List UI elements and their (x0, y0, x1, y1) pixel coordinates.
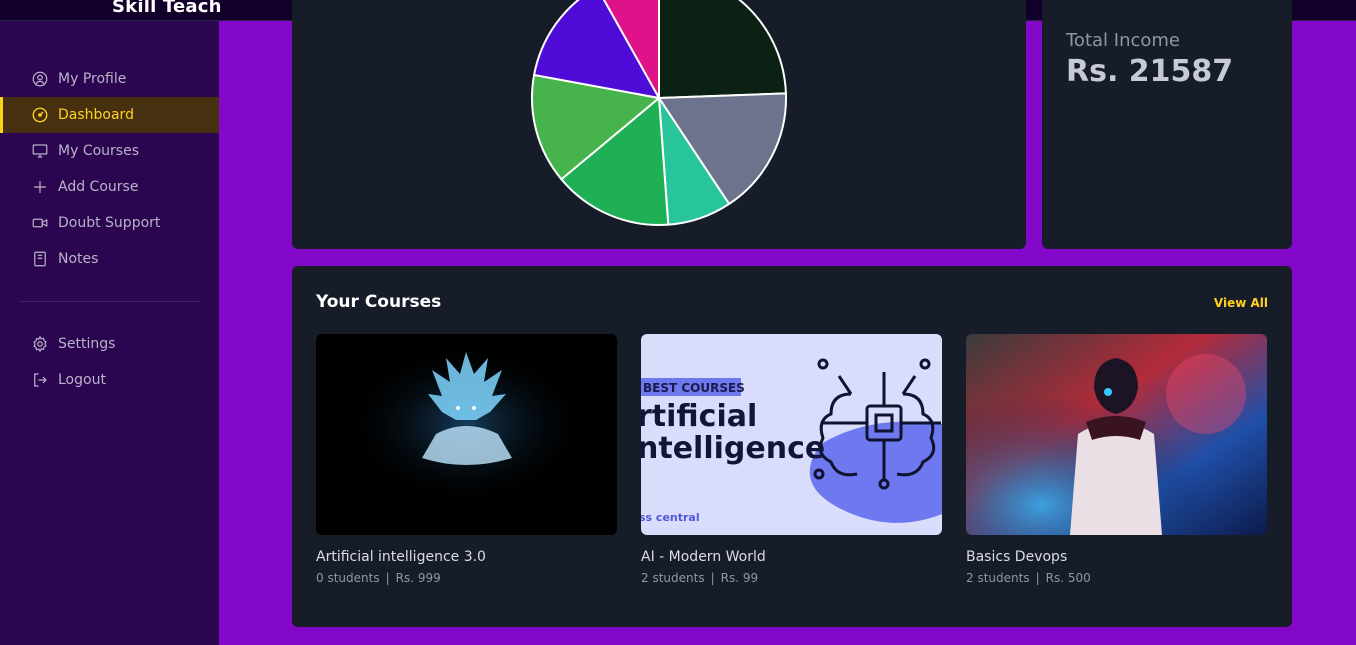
sidebar-bottom-nav: Settings Logout (0, 326, 219, 398)
sidebar-item-settings[interactable]: Settings (0, 326, 219, 362)
sidebar-item-label: Notes (58, 251, 99, 267)
thumb-line1-text: rtificial (641, 399, 757, 434)
course-meta: 2 students | Rs. 500 (966, 571, 1267, 585)
view-all-link[interactable]: View All (1214, 296, 1268, 310)
course-card-artificial-intelligence[interactable]: Artificial intelligence 3.0 0 students | R… (316, 334, 617, 585)
course-title[interactable]: Basics Devops (966, 549, 1267, 565)
user-circle-icon (31, 70, 49, 88)
sidebar-nav: My Profile Dashboard My Courses Add Cour… (0, 61, 219, 277)
meta-separator: | (710, 571, 715, 585)
total-income-value: Rs. 21587 (1066, 54, 1234, 89)
plus-icon (31, 178, 49, 196)
course-students: 2 students (641, 571, 705, 585)
course-meta: 2 students | Rs. 99 (641, 571, 942, 585)
sidebar-item-label: Add Course (58, 179, 139, 195)
course-card-basics-devops[interactable]: Basics Devops 2 students | Rs. 500 (966, 334, 1267, 585)
pie-slice-1[interactable] (658, 0, 787, 100)
your-courses-title: Your Courses (316, 292, 442, 312)
sidebar-item-logout[interactable]: Logout (0, 362, 219, 398)
course-thumbnail[interactable] (966, 334, 1267, 535)
gear-icon (31, 335, 49, 353)
sidebar-item-my-courses[interactable]: My Courses (0, 133, 219, 169)
course-price: Rs. 500 (1045, 571, 1091, 585)
course-price: Rs. 999 (395, 571, 441, 585)
total-income-card: Total Income Rs. 21587 (1042, 0, 1292, 249)
sidebar-item-label: My Courses (58, 143, 139, 159)
your-courses-card: Your Courses View All Artificial intelli… (292, 266, 1292, 627)
thumb-badge-text: BEST COURSES (643, 381, 745, 395)
brand-logo[interactable]: Skill Teach (112, 0, 222, 17)
income-pie-chart (531, 0, 787, 226)
sidebar: My Profile Dashboard My Courses Add Cour… (0, 21, 219, 645)
total-income-label: Total Income (1066, 30, 1180, 51)
gauge-icon (31, 106, 49, 124)
sidebar-item-label: Logout (58, 372, 106, 388)
monitor-icon (31, 142, 49, 160)
course-students: 0 students (316, 571, 380, 585)
sidebar-item-label: My Profile (58, 71, 127, 87)
sidebar-item-label: Settings (58, 336, 116, 352)
meta-separator: | (385, 571, 390, 585)
meta-separator: | (1035, 571, 1040, 585)
course-card-ai-modern-world[interactable]: BEST COURSES rtificial ntelligence ss ce… (641, 334, 942, 585)
sidebar-item-notes[interactable]: Notes (0, 241, 219, 277)
sidebar-item-doubt-support[interactable]: Doubt Support (0, 205, 219, 241)
sidebar-item-label: Doubt Support (58, 215, 161, 231)
video-icon (31, 214, 49, 232)
course-thumbnail[interactable]: BEST COURSES rtificial ntelligence ss ce… (641, 334, 942, 535)
course-title[interactable]: Artificial intelligence 3.0 (316, 549, 617, 565)
course-price: Rs. 99 (720, 571, 759, 585)
income-pie-card (292, 0, 1026, 249)
thumb-footer-text: ss central (641, 511, 700, 524)
course-title[interactable]: AI - Modern World (641, 549, 942, 565)
course-students: 2 students (966, 571, 1030, 585)
sidebar-divider (19, 301, 200, 302)
sidebar-item-add-course[interactable]: Add Course (0, 169, 219, 205)
course-meta: 0 students | Rs. 999 (316, 571, 617, 585)
sidebar-item-label: Dashboard (58, 107, 134, 123)
notebook-icon (31, 250, 49, 268)
thumb-line2-text: ntelligence (641, 431, 825, 466)
sidebar-item-my-profile[interactable]: My Profile (0, 61, 219, 97)
sidebar-item-dashboard[interactable]: Dashboard (0, 97, 219, 133)
course-thumbnail[interactable] (316, 334, 617, 535)
logout-icon (31, 371, 49, 389)
